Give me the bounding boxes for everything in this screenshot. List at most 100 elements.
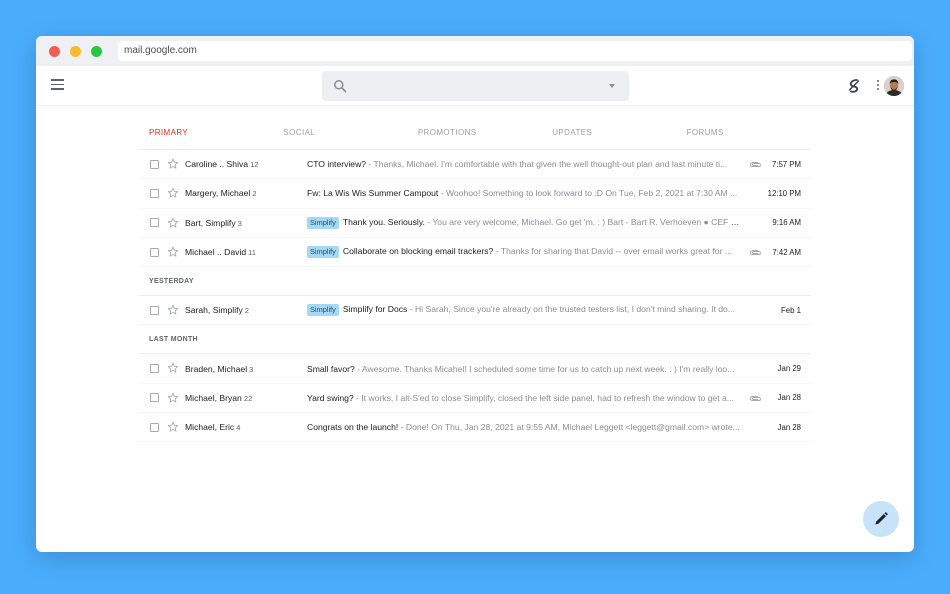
search-bar[interactable]: [322, 71, 629, 101]
thread-count: 3: [237, 218, 242, 228]
sender-text: Sarah, Simplify: [185, 305, 243, 316]
star-icon[interactable]: [167, 304, 179, 316]
hamburger-menu-icon[interactable]: [51, 79, 64, 90]
email-row[interactable]: Sarah, Simplify 2 Simplify Simplify for Doc…: [139, 296, 811, 326]
message-preview: Congrats on the launch! - Done! On Thu, …: [307, 422, 741, 432]
tab-forums[interactable]: FORUMS: [677, 116, 811, 149]
subject: Simplify for Docs: [342, 304, 408, 315]
sender-names: Margery, Michael 2: [185, 188, 303, 198]
browser-window: mail.google.com PRIMARY SOCIAL PROMOTION…: [36, 36, 914, 552]
pencil-icon: [875, 512, 888, 525]
select-checkbox[interactable]: [150, 422, 159, 432]
tab-promotions[interactable]: PROMOTIONS: [408, 116, 542, 149]
tab-updates[interactable]: UPDATES: [542, 116, 676, 149]
star-icon[interactable]: [167, 187, 179, 199]
star-icon[interactable]: [167, 392, 179, 404]
more-vert-icon[interactable]: [876, 80, 880, 92]
select-checkbox[interactable]: [150, 218, 159, 228]
label-chip[interactable]: Simplify: [307, 246, 339, 259]
subject: Small favor?: [307, 363, 355, 374]
paperclip-icon: [750, 249, 761, 255]
message-preview: CTO interview? - Thanks, Michael. I'm co…: [307, 159, 741, 169]
thread-count: 22: [243, 393, 253, 403]
subject: Collaborate on blocking email trackers?: [342, 246, 494, 257]
select-checkbox[interactable]: [150, 188, 159, 198]
snippet: - Done! On Thu, Jan 28, 2021 at 9:55 AM,…: [398, 422, 740, 433]
sender-text: Bart, Simplify: [185, 217, 236, 228]
today-email-list: Caroline .. Shiva 12 CTO interview? - Than…: [139, 150, 811, 268]
thread-count: 12: [250, 160, 259, 170]
search-icon[interactable]: [333, 79, 347, 93]
snippet: - It works, I alt-S'ed to close Simplify…: [353, 392, 734, 403]
thread-count: 11: [248, 248, 257, 258]
search-options-chevron-down-icon[interactable]: [609, 84, 615, 88]
message-preview: Simplify Collaborate on blocking email tr…: [307, 246, 741, 259]
select-checkbox[interactable]: [150, 393, 159, 403]
timestamp: Jan 28: [777, 393, 801, 403]
timestamp: Jan 29: [777, 364, 801, 374]
email-row[interactable]: Caroline .. Shiva 12 CTO interview? - Than…: [139, 150, 811, 180]
sender-names: Caroline .. Shiva 12: [185, 159, 303, 169]
simplify-logo-icon[interactable]: [846, 78, 862, 94]
snippet: - Hi Sarah, Since you're already on the …: [407, 304, 735, 315]
label-chip[interactable]: Simplify: [307, 216, 339, 229]
star-icon[interactable]: [167, 246, 179, 258]
select-checkbox[interactable]: [150, 159, 159, 169]
sender-text: Caroline .. Shiva: [185, 159, 249, 170]
subject: CTO interview?: [307, 159, 367, 170]
thread-count: 2: [244, 306, 250, 316]
email-row[interactable]: Michael, Eric 4 Congrats on the launch! - …: [139, 413, 811, 443]
message-preview: Simplify Simplify for Docs - Hi Sarah, Si…: [307, 304, 741, 317]
avatar[interactable]: [884, 76, 904, 96]
select-checkbox[interactable]: [150, 247, 159, 257]
close-window-button[interactable]: [49, 45, 60, 57]
thread-count: 4: [236, 423, 241, 433]
timestamp: 7:42 AM: [772, 247, 801, 257]
select-checkbox[interactable]: [150, 305, 159, 315]
snippet: - Thanks, Michael. I'm comfortable with …: [366, 159, 728, 170]
snippet: - Thanks for sharing that David -- over …: [493, 246, 732, 257]
timestamp: 12:10 PM: [767, 188, 801, 198]
last-month-email-list: Braden, Michael 3 Small favor? - Awesome. …: [139, 354, 811, 443]
category-tabs: PRIMARY SOCIAL PROMOTIONS UPDATES FORUMS: [139, 116, 811, 150]
email-row[interactable]: Margery, Michael 2 Fw: La Wis Wis Summer C…: [139, 179, 811, 209]
sender-text: Michael, Eric: [185, 422, 235, 433]
star-icon[interactable]: [167, 421, 179, 433]
sender-names: Michael .. David 11: [185, 247, 303, 257]
browser-titlebar: mail.google.com: [36, 36, 914, 66]
sender-names: Michael, Eric 4: [185, 422, 303, 432]
sender-names: Braden, Michael 3: [185, 364, 303, 374]
subject: Thank you. Seriously.: [342, 216, 425, 227]
sender-text: Michael, Bryan: [185, 392, 242, 403]
sender-names: Bart, Simplify 3: [185, 218, 303, 228]
email-row[interactable]: Michael .. David 11 Simplify Collaborate on…: [139, 238, 811, 268]
timestamp: Jan 28: [777, 422, 801, 432]
thread-count: 3: [249, 364, 254, 374]
minimize-window-button[interactable]: [70, 45, 81, 57]
tab-social[interactable]: SOCIAL: [273, 116, 407, 149]
address-bar[interactable]: mail.google.com: [118, 41, 912, 61]
sender-names: Sarah, Simplify 2: [185, 305, 303, 315]
select-checkbox[interactable]: [150, 364, 159, 374]
subject: Fw: La Wis Wis Summer Campout: [307, 188, 439, 199]
email-row[interactable]: Michael, Bryan 22 Yard swing? - It works, …: [139, 384, 811, 414]
email-row[interactable]: Bart, Simplify 3 Simplify Thank you. Seriou…: [139, 209, 811, 238]
section-heading-yesterday: YESTERDAY: [139, 267, 811, 297]
star-icon[interactable]: [167, 158, 179, 170]
tab-primary[interactable]: PRIMARY: [139, 116, 273, 149]
email-row[interactable]: Braden, Michael 3 Small favor? - Awesome. …: [139, 354, 811, 384]
message-preview: Small favor? - Awesome. Thanks Micahel! …: [307, 364, 741, 374]
star-icon[interactable]: [167, 362, 179, 374]
sender-text: Margery, Michael: [185, 188, 251, 199]
search-input[interactable]: [354, 76, 594, 96]
zoom-window-button[interactable]: [91, 45, 102, 57]
section-heading-last-month: LAST MONTH: [139, 325, 811, 355]
sender-text: Braden, Michael: [185, 363, 248, 374]
label-chip[interactable]: Simplify: [307, 304, 339, 317]
subject: Yard swing?: [307, 392, 354, 403]
thread-count: 2: [252, 189, 257, 199]
star-icon[interactable]: [167, 217, 179, 229]
paperclip-icon: [750, 395, 761, 401]
timestamp: 7:57 PM: [771, 159, 801, 169]
compose-button[interactable]: [863, 501, 899, 537]
